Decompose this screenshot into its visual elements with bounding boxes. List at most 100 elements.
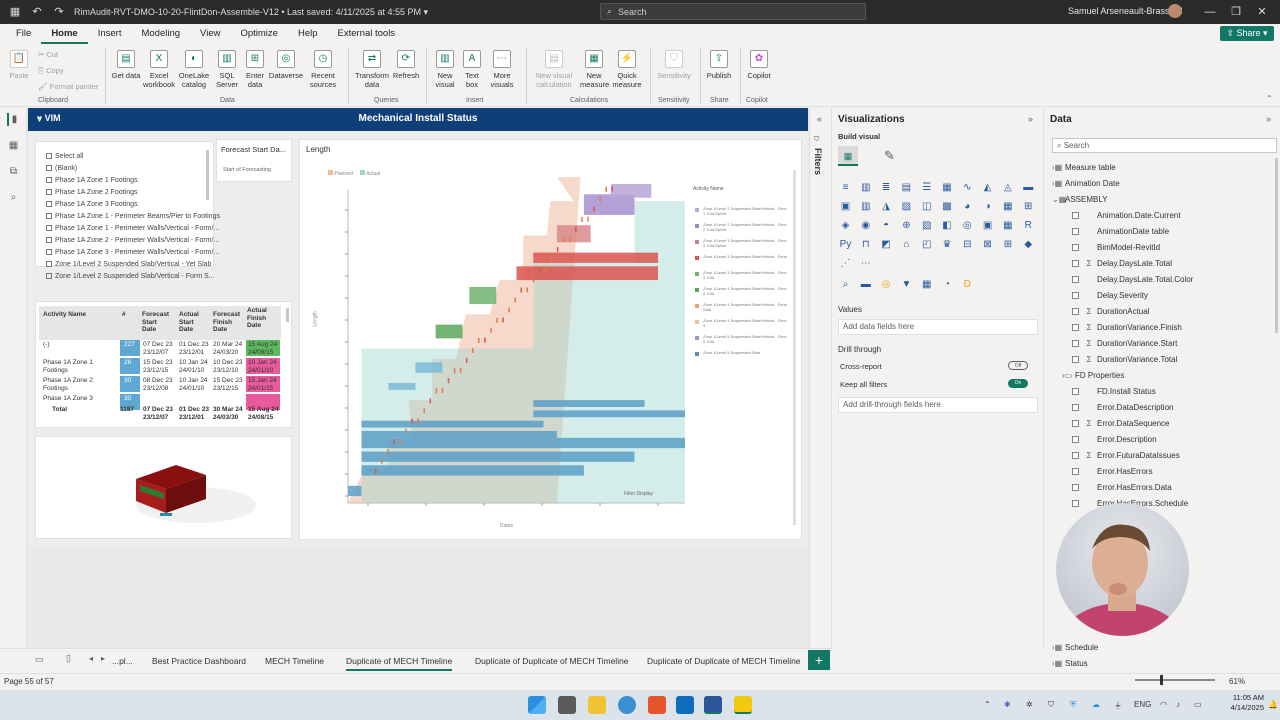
copy-button[interactable]: ⎘ Copy bbox=[38, 66, 64, 76]
field-checkbox[interactable] bbox=[1072, 436, 1079, 443]
visual-type-icon[interactable]: ◩ bbox=[880, 238, 893, 251]
maximize-icon[interactable]: ❐ bbox=[1228, 4, 1244, 20]
slicer-item[interactable]: Phase 1A Zone 1 - Perimeter Beams/Pier t… bbox=[46, 213, 220, 220]
visual-type-icon[interactable]: ⊟ bbox=[961, 238, 974, 251]
col-actual-start[interactable]: Actual Start Date bbox=[179, 311, 209, 334]
windows-start-icon[interactable] bbox=[528, 696, 546, 714]
model-view-icon[interactable]: ⧉ bbox=[7, 165, 20, 178]
refresh-button[interactable]: ⟳ Refresh bbox=[392, 50, 420, 80]
col-forecast-start[interactable]: Forecast Start Date bbox=[142, 311, 172, 334]
data-table-status[interactable]: ›▦ Status bbox=[1052, 659, 1088, 668]
data-field[interactable]: Error.Description bbox=[1072, 435, 1157, 444]
volume-icon[interactable]: ♪ bbox=[1176, 700, 1180, 709]
brave-icon[interactable] bbox=[648, 696, 666, 714]
field-checkbox[interactable] bbox=[1072, 212, 1079, 219]
activity-slicer[interactable]: Select all (Blank) Phase 1A Zone 1 Footing… bbox=[35, 141, 220, 280]
custom-visual-icon[interactable]: ▼ bbox=[900, 278, 913, 291]
publish-button[interactable]: ⇧ Publish bbox=[704, 50, 734, 80]
tray-usb-icon[interactable]: ⏚ bbox=[1114, 700, 1122, 711]
system-clock[interactable]: 11:05 AM 4/14/2025 bbox=[1212, 693, 1264, 713]
table-scrollbar[interactable] bbox=[286, 308, 289, 322]
legend-item-label[interactable]: Zone 1/Level 4 Suspended Slab/Vertical -… bbox=[703, 286, 789, 296]
visual-type-icon[interactable]: ▩ bbox=[941, 200, 954, 213]
undo-icon[interactable]: ↶ bbox=[30, 5, 44, 19]
data-field[interactable]: Error.HasErrors bbox=[1072, 467, 1153, 476]
field-checkbox[interactable] bbox=[1072, 308, 1079, 315]
visual-type-icon[interactable]: ▦ bbox=[941, 181, 954, 194]
user-name[interactable]: Samuel Arseneault-Brassard bbox=[1068, 6, 1183, 16]
legend-item-label[interactable]: Zone 1/Level 4 Suspended Slab/Vertical -… bbox=[703, 318, 789, 328]
add-page-button[interactable]: + bbox=[808, 650, 830, 670]
excel-workbook-button[interactable]: X Excel workbook bbox=[142, 50, 176, 89]
field-checkbox[interactable] bbox=[1072, 388, 1079, 395]
visual-type-icon[interactable]: ⋯ bbox=[859, 257, 872, 270]
visual-type-icon[interactable]: ☰ bbox=[920, 181, 933, 194]
data-table-measure[interactable]: ›▦ Measure table bbox=[1052, 163, 1116, 172]
copilot-button[interactable]: ✿ Copilot bbox=[744, 50, 774, 80]
visual-type-icon[interactable]: ⊕ bbox=[900, 219, 913, 232]
field-checkbox[interactable] bbox=[1072, 468, 1079, 475]
legend-item-label[interactable]: Zone 1/Level 5 Suspended Slab bbox=[703, 350, 789, 355]
document-title[interactable]: RimAudit-RVT-DMO-10-20-FlintDon-Assemble… bbox=[74, 7, 428, 18]
global-search[interactable]: ⌕ Search bbox=[600, 3, 866, 20]
data-field[interactable]: Error.HasErrors.Data bbox=[1072, 483, 1172, 492]
visual-type-icon[interactable]: ◕ bbox=[961, 200, 974, 213]
outlook-icon[interactable] bbox=[676, 696, 694, 714]
data-field[interactable]: Σ Delay.DaysLate.Total bbox=[1072, 259, 1172, 268]
data-field[interactable]: Error.DataDescription bbox=[1072, 403, 1173, 412]
data-field[interactable]: Animation.Date.Current bbox=[1072, 211, 1181, 220]
transform-data-button[interactable]: ⇄ Transform data bbox=[352, 50, 392, 89]
data-field[interactable]: Σ DurationActual bbox=[1072, 307, 1149, 316]
data-search-input[interactable]: ⌕ Search bbox=[1052, 138, 1277, 153]
menu-home[interactable]: Home bbox=[41, 26, 88, 44]
tray-app-icon[interactable]: ✱ bbox=[1004, 700, 1011, 709]
onedrive-icon[interactable]: ☁ bbox=[1092, 700, 1100, 709]
zoom-level[interactable]: 61% bbox=[1229, 677, 1245, 686]
visual-type-icon[interactable]: ▨ bbox=[900, 200, 913, 213]
slicer-checkbox[interactable] bbox=[46, 273, 52, 279]
slicer-scrollbar[interactable] bbox=[206, 150, 209, 200]
new-measure-button[interactable]: ▦ New measure bbox=[580, 50, 609, 89]
table-row-name[interactable]: Phase 1A Zone 2 Footings bbox=[43, 377, 113, 392]
visual-type-icon[interactable]: ≣ bbox=[880, 181, 893, 194]
close-icon[interactable]: ✕ bbox=[1254, 4, 1270, 20]
field-checkbox[interactable] bbox=[1072, 404, 1079, 411]
visual-type-icon[interactable]: ▦ bbox=[1001, 200, 1014, 213]
visual-type-icon[interactable]: ◮ bbox=[880, 200, 893, 213]
visual-type-icon[interactable]: ▣ bbox=[981, 219, 994, 232]
slicer-item[interactable]: Zone 1/Level 2 Suspended Slab/Vertical -… bbox=[46, 273, 215, 280]
edge-icon[interactable] bbox=[618, 696, 636, 714]
slicer-checkbox[interactable] bbox=[46, 201, 52, 207]
keep-filters-toggle[interactable]: On bbox=[1008, 379, 1028, 388]
redo-icon[interactable]: ↷ bbox=[52, 5, 66, 19]
data-folder-fd-properties[interactable]: ›▭ FD Properties bbox=[1062, 371, 1124, 380]
sensitivity-button[interactable]: ⛉ Sensitivity bbox=[654, 50, 694, 80]
page-tab[interactable]: Duplicate of Duplicate of MECH Timeline bbox=[647, 656, 801, 666]
tray-vpn-icon[interactable]: ⛨ bbox=[1070, 700, 1076, 710]
field-checkbox[interactable] bbox=[1072, 340, 1079, 347]
word-icon[interactable] bbox=[704, 696, 722, 714]
field-checkbox[interactable] bbox=[1072, 276, 1079, 283]
slicer-item[interactable]: Phase 1A Zone 3 - Perimeter Walls/Vertic… bbox=[46, 249, 219, 256]
visual-type-icon[interactable]: ◰ bbox=[920, 238, 933, 251]
field-checkbox[interactable] bbox=[1072, 260, 1079, 267]
page-tab[interactable]: Duplicate of Duplicate of MECH Timeline bbox=[475, 656, 629, 666]
bim-3d-viewer[interactable] bbox=[35, 436, 292, 539]
visual-type-icon[interactable]: ≡ bbox=[839, 181, 852, 194]
file-explorer-icon[interactable] bbox=[588, 696, 606, 714]
legend-item-label[interactable]: Zone 1/Level 3 Suspended Slab/Vertical -… bbox=[703, 254, 789, 259]
page-tab[interactable]: Duplicate of MECH Timeline bbox=[346, 656, 453, 671]
visual-type-icon[interactable]: ◎ bbox=[961, 219, 974, 232]
slicer-item[interactable]: Phase 1A Zone 2 Footings bbox=[46, 189, 138, 196]
battery-icon[interactable]: ▭ bbox=[1194, 700, 1202, 709]
data-table-schedule[interactable]: ›▦ Schedule bbox=[1052, 643, 1098, 652]
powerbi-taskbar-icon[interactable] bbox=[734, 696, 752, 714]
paste-button[interactable]: 📋 Paste bbox=[6, 50, 32, 80]
custom-visual-icon[interactable]: D bbox=[961, 278, 974, 291]
drill-through-well[interactable]: Add drill-through fields here bbox=[838, 397, 1038, 413]
data-field[interactable]: AnimationDate table bbox=[1072, 227, 1169, 236]
visual-type-icon[interactable]: R bbox=[1022, 219, 1035, 232]
fields-tab-icon[interactable]: ▦ bbox=[838, 146, 858, 166]
mobile-layout-icon[interactable]: ▯ bbox=[66, 653, 71, 664]
visual-type-icon[interactable]: ⊠ bbox=[981, 238, 994, 251]
